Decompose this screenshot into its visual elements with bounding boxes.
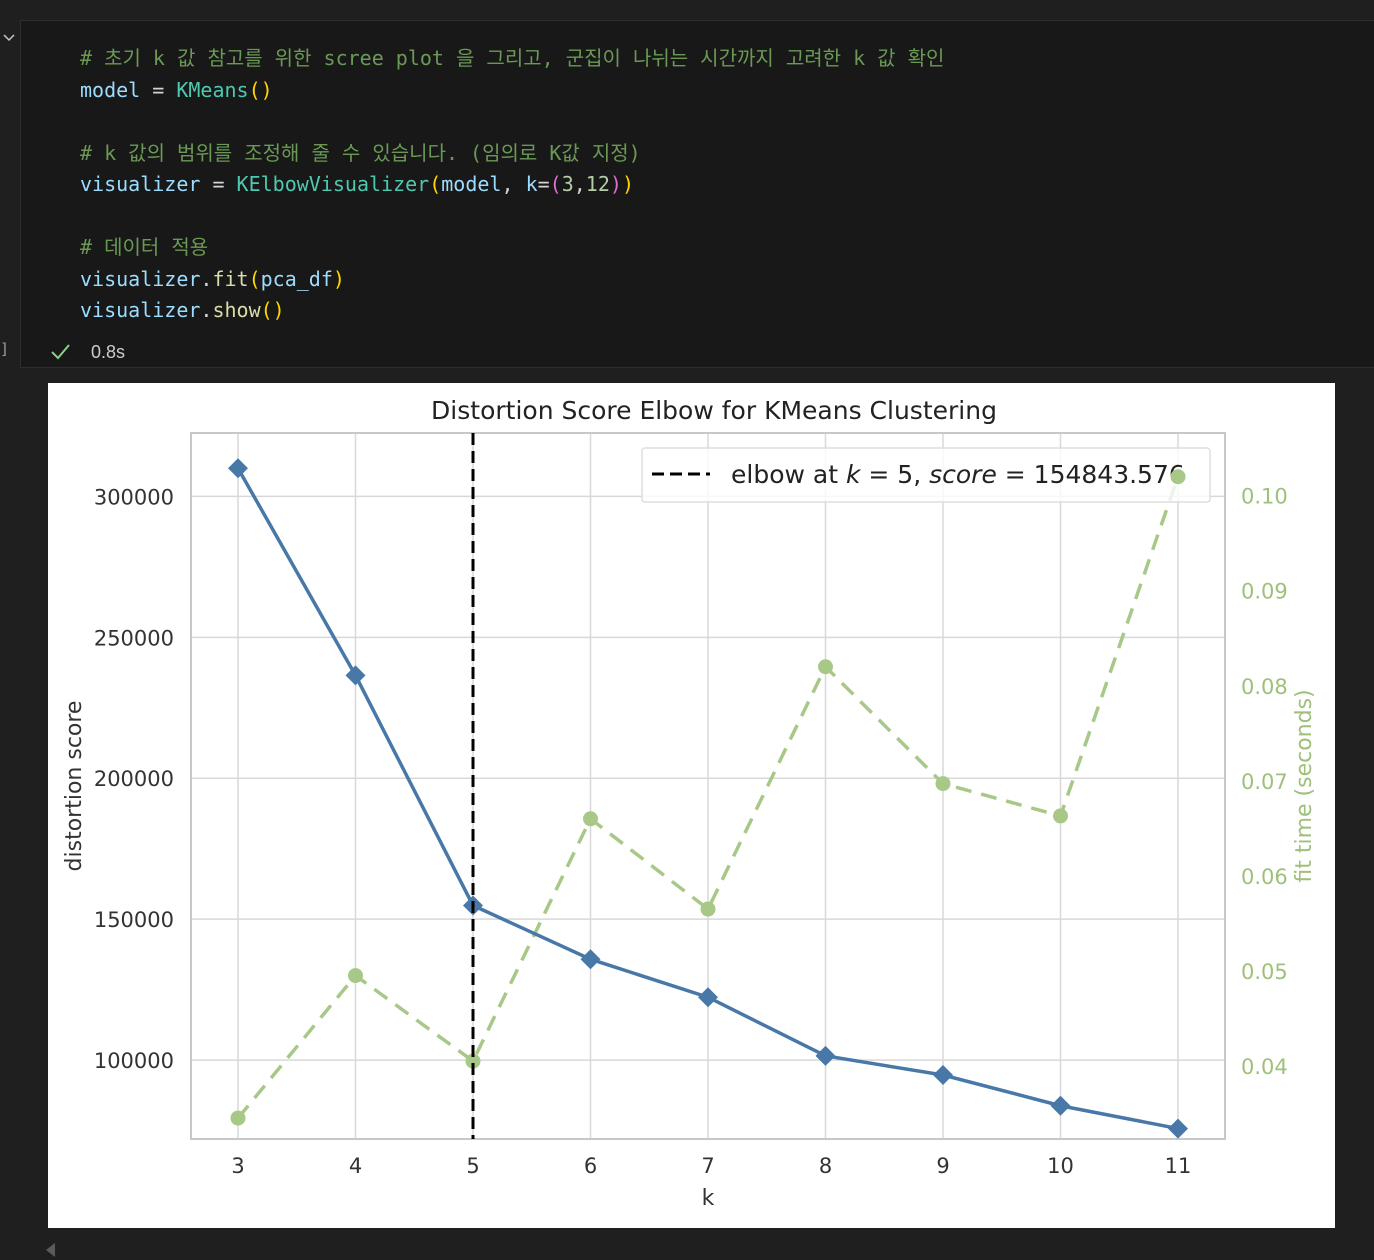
code-token: model	[80, 77, 141, 102]
y-tick-label: 150000	[94, 908, 174, 932]
cell-status: 0.8s	[49, 339, 125, 365]
x-tick-label: 4	[349, 1154, 362, 1178]
code-token: )	[621, 172, 634, 196]
code-editor[interactable]: # 초기 k 값 참고를 위한 scree plot 을 그리고, 군집이 나뉘…	[80, 43, 944, 327]
code-token: visualizer	[80, 172, 201, 196]
elbow-chart: Distortion Score Elbow for KMeans Cluste…	[62, 396, 1317, 1211]
y-tick-label: 100000	[94, 1049, 174, 1073]
code-token: # 데이터 적용	[80, 235, 209, 259]
code-token: )	[609, 172, 622, 196]
distortion-point	[580, 949, 601, 970]
legend-text-part: = 154843.576	[997, 460, 1185, 489]
y2-tick-label: 0.10	[1241, 485, 1288, 509]
distortion-point	[345, 665, 366, 686]
y2-tick-label: 0.07	[1241, 770, 1288, 794]
code-token: 12	[585, 172, 610, 196]
code-line: model = KMeans()	[80, 75, 944, 107]
code-token: fit	[212, 266, 249, 291]
fit-time-point	[1053, 808, 1068, 824]
code-token: =	[200, 172, 237, 196]
code-line: visualizer.fit(pca_df)	[80, 264, 944, 296]
execution-time: 0.8s	[91, 341, 126, 362]
x-tick-label: 8	[819, 1154, 832, 1178]
code-line: visualizer.show()	[80, 295, 944, 327]
code-token: k	[525, 172, 538, 196]
code-token: ,	[501, 172, 526, 196]
y-tick-label: 250000	[94, 626, 174, 650]
code-line: # 데이터 적용	[80, 232, 944, 264]
fit-time-point-overlay	[1170, 469, 1186, 485]
code-line: visualizer = KElbowVisualizer(model, k=(…	[80, 169, 944, 201]
code-token: ()	[248, 77, 273, 102]
x-tick-label: 9	[936, 1154, 949, 1178]
fit-time-point	[583, 811, 598, 827]
code-token: (	[549, 172, 562, 196]
code-token: KMeans	[176, 77, 249, 102]
code-token: visualizer	[80, 266, 201, 291]
distortion-point	[1050, 1095, 1071, 1116]
success-check-icon	[51, 344, 70, 360]
distortion-point	[815, 1045, 836, 1066]
fit-time-point	[348, 968, 363, 984]
code-token: visualizer	[80, 298, 201, 322]
code-token: ,	[573, 172, 586, 196]
code-token: KElbowVisualizer	[236, 172, 430, 196]
fit-time-point	[700, 901, 716, 917]
y2-tick-label: 0.04	[1241, 1055, 1288, 1079]
legend-text-part: score	[929, 460, 997, 489]
code-token: pca_df	[260, 266, 333, 291]
chart-title: Distortion Score Elbow for KMeans Cluste…	[431, 396, 997, 425]
x-tick-label: 5	[466, 1154, 479, 1178]
code-token: (	[429, 172, 442, 196]
code-line: # 초기 k 값 참고를 위한 scree plot 을 그리고, 군집이 나뉘…	[80, 43, 944, 75]
code-token: .	[200, 266, 213, 291]
legend-text-part: elbow at	[731, 460, 846, 489]
code-cell[interactable]: # 초기 k 값 참고를 위한 scree plot 을 그리고, 군집이 나뉘…	[20, 20, 1374, 368]
code-token: show	[212, 298, 261, 322]
y-tick-label: 200000	[94, 767, 174, 791]
code-token: model	[441, 172, 502, 196]
code-token: 3	[561, 172, 574, 196]
y-axis-label: distortion score	[62, 701, 87, 872]
x-tick-label: 3	[231, 1154, 244, 1178]
y2-tick-label: 0.05	[1241, 960, 1288, 984]
code-token: =	[537, 172, 550, 196]
y2-axis-label: fit time (seconds)	[1292, 689, 1317, 882]
legend-text-part: = 5,	[860, 460, 929, 489]
x-tick-label: 7	[701, 1154, 714, 1178]
y2-tick-label: 0.06	[1241, 865, 1288, 889]
legend-label: elbow at k = 5, score = 154843.576	[731, 460, 1185, 489]
distortion-point	[228, 458, 248, 479]
x-axis-label: k	[702, 1186, 715, 1211]
distortion-point	[933, 1065, 953, 1086]
code-token: ()	[260, 298, 285, 322]
legend: elbow at k = 5, score = 154843.576	[641, 447, 1211, 503]
scroll-left-icon[interactable]	[46, 1243, 55, 1257]
y-tick-label: 300000	[94, 485, 174, 509]
x-tick-label: 6	[584, 1154, 597, 1178]
code-token: (	[248, 266, 261, 291]
execution-bracket: ]	[0, 340, 10, 358]
code-token: )	[332, 266, 345, 291]
code-token: .	[200, 298, 213, 322]
code-token: # 초기 k 값 참고를 위한 scree plot 을 그리고, 군집이 나뉘…	[80, 46, 945, 70]
collapse-chevron-icon[interactable]	[2, 30, 16, 44]
fit-time-point	[230, 1110, 246, 1126]
distortion-point	[1168, 1118, 1188, 1139]
code-token: =	[140, 77, 177, 102]
y2-tick-label: 0.08	[1241, 675, 1288, 699]
fit-time-point	[818, 659, 833, 675]
code-line: # k 값의 범위를 조정해 줄 수 있습니다. (임의로 K값 지정)	[80, 138, 944, 170]
fit-time-point	[935, 776, 951, 792]
cell-output: Distortion Score Elbow for KMeans Cluste…	[48, 383, 1335, 1228]
y2-tick-label: 0.09	[1241, 580, 1288, 604]
x-tick-label: 11	[1165, 1154, 1192, 1178]
x-tick-label: 10	[1047, 1154, 1074, 1178]
distortion-point	[698, 987, 718, 1008]
code-token: # k 값의 범위를 조정해 줄 수 있습니다. (임의로 K값 지정)	[80, 140, 641, 165]
